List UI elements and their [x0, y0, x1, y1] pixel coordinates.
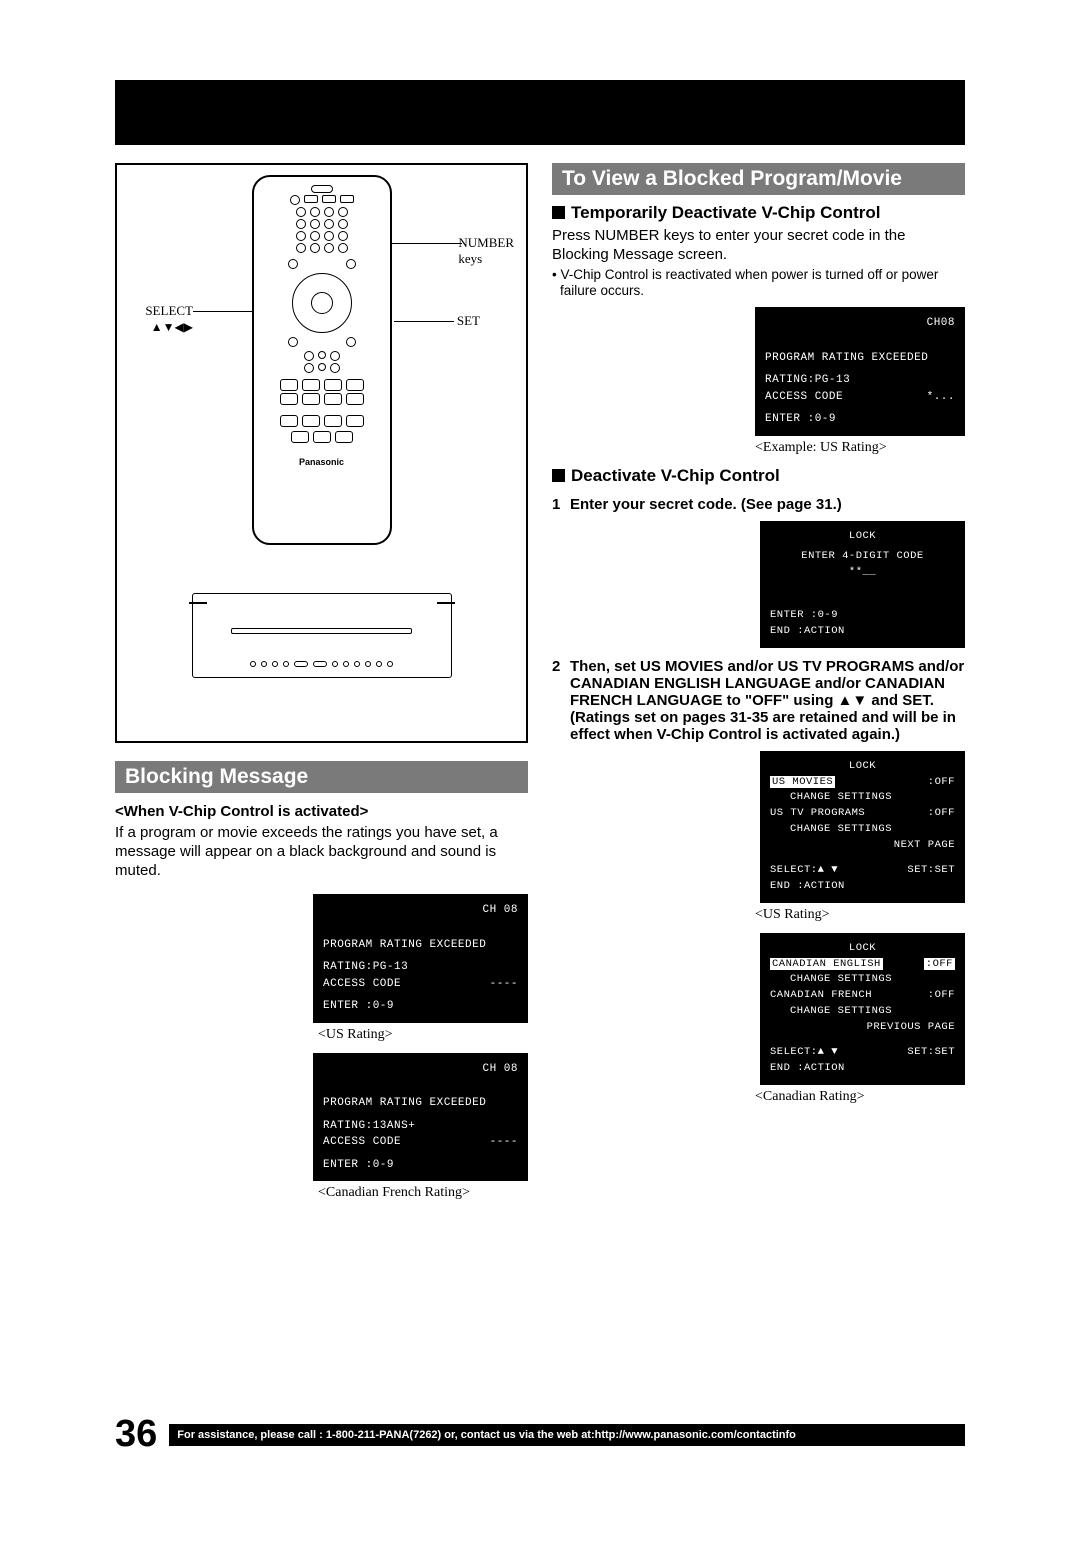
label-select: SELECT ▲▼◀▶: [129, 303, 193, 335]
remote-brand: Panasonic: [260, 457, 384, 467]
osd-title: LOCK: [770, 941, 955, 957]
osd-footer: END :ACTION: [770, 624, 955, 640]
step-1: 1Enter your secret code. (See page 31.): [552, 496, 965, 513]
body-blocking-desc: If a program or movie exceeds the rating…: [115, 824, 528, 880]
heading-text: Temporarily Deactivate V-Chip Control: [571, 203, 881, 222]
osd-line: RATING:13ANS+: [323, 1118, 518, 1135]
page-header-band: [115, 80, 965, 145]
osd-line: ENTER :0-9: [323, 998, 518, 1015]
osd-footer: SELECT:▲ ▼: [770, 1045, 838, 1061]
caption-canadian-rating: <Canadian French Rating>: [318, 1185, 528, 1201]
step-2: 2Then, set US MOVIES and/or US TV PROGRA…: [552, 658, 965, 743]
osd-value: ----: [490, 1134, 518, 1151]
leader-line: [392, 243, 462, 244]
osd-line: ACCESS CODE: [323, 1134, 401, 1151]
label-set: SET: [457, 313, 480, 329]
heading-deactivate: Deactivate V-Chip Control: [552, 466, 965, 486]
caption-canadian-rating-2: <Canadian Rating>: [755, 1089, 965, 1105]
osd-row-value: :OFF: [928, 988, 955, 1004]
osd-subrow: CHANGE SETTINGS: [770, 1004, 955, 1020]
osd-value: *...: [927, 389, 955, 406]
osd-line: RATING:PG-13: [323, 959, 518, 976]
osd-row-label: US MOVIES: [770, 776, 835, 788]
caption-us-rating-2: <US Rating>: [755, 907, 965, 923]
osd-line: RATING:PG-13: [765, 372, 955, 389]
heading-temp-deactivate: Temporarily Deactivate V-Chip Control: [552, 203, 965, 223]
body-press-number: Press NUMBER keys to enter your secret c…: [552, 227, 965, 265]
osd-channel: CH 08: [323, 902, 518, 919]
osd-title: LOCK: [770, 529, 955, 545]
osd-line: PROGRAM RATING EXCEEDED: [323, 937, 518, 954]
osd-lock-enter-code: LOCK ENTER 4-DIGIT CODE **__ ENTER :0-9 …: [760, 521, 965, 648]
osd-line: PROGRAM RATING EXCEEDED: [765, 350, 955, 367]
step-text: Enter your secret code. (See page 31.): [570, 496, 842, 513]
leader-line: [394, 321, 454, 322]
footer-assistance-text: For assistance, please call : 1-800-211-…: [169, 1424, 965, 1446]
caption-example-us: <Example: US Rating>: [755, 440, 965, 456]
osd-row-label: CANADIAN FRENCH: [770, 988, 872, 1004]
osd-footer: SET:SET: [907, 863, 955, 879]
osd-lock-canadian: LOCK CANADIAN ENGLISH :OFF CHANGE SETTING…: [760, 933, 965, 1085]
label-select-arrows: ▲▼◀▶: [151, 320, 193, 334]
right-column: To View a Blocked Program/Movie Temporar…: [552, 163, 965, 1211]
leader-line: [193, 311, 259, 312]
step-text: Then, set US MOVIES and/or US TV PROGRAM…: [570, 658, 965, 743]
label-number-keys: NUMBER keys: [458, 235, 514, 267]
osd-us-rating: CH 08 PROGRAM RATING EXCEEDED RATING:PG-…: [313, 894, 528, 1023]
osd-row-label: US TV PROGRAMS: [770, 806, 865, 822]
osd-value: ----: [490, 976, 518, 993]
square-bullet-icon: [552, 206, 565, 219]
section-view-blocked: To View a Blocked Program/Movie: [552, 163, 965, 195]
osd-title: LOCK: [770, 759, 955, 775]
osd-subrow: CHANGE SETTINGS: [770, 972, 955, 988]
osd-row-value: :OFF: [928, 806, 955, 822]
label-keys: keys: [458, 251, 482, 266]
sub-when-activated: <When V-Chip Control is activated>: [115, 803, 528, 820]
osd-row-value: :OFF: [924, 958, 955, 970]
square-bullet-icon: [552, 469, 565, 482]
osd-footer: SET:SET: [907, 1045, 955, 1061]
label-number: NUMBER: [458, 235, 514, 250]
osd-footer: END :ACTION: [770, 879, 955, 895]
section-blocking-message: Blocking Message: [115, 761, 528, 793]
heading-text: Deactivate V-Chip Control: [571, 466, 780, 485]
label-select-text: SELECT: [145, 303, 193, 318]
osd-line: ENTER 4-DIGIT CODE: [770, 549, 955, 565]
osd-footer: END :ACTION: [770, 1061, 955, 1077]
osd-nextpage: NEXT PAGE: [770, 838, 955, 854]
osd-channel: CH 08: [323, 1061, 518, 1078]
osd-line: ACCESS CODE: [323, 976, 401, 993]
osd-line: PROGRAM RATING EXCEEDED: [323, 1095, 518, 1112]
osd-footer: SELECT:▲ ▼: [770, 863, 838, 879]
left-column: SELECT ▲▼◀▶ NUMBER keys SET: [115, 163, 528, 1211]
remote-control-illustration: Panasonic: [252, 175, 392, 545]
page-footer: 36 For assistance, please call : 1-800-2…: [115, 1413, 965, 1456]
page-number: 36: [115, 1413, 157, 1456]
osd-footer: ENTER :0-9: [770, 608, 955, 624]
osd-subrow: CHANGE SETTINGS: [770, 790, 955, 806]
osd-line: ENTER :0-9: [323, 1157, 518, 1174]
osd-lock-us: LOCK US MOVIES :OFF CHANGE SETTINGS US TV…: [760, 751, 965, 903]
osd-subrow: CHANGE SETTINGS: [770, 822, 955, 838]
osd-row-value: :OFF: [928, 775, 955, 791]
dpad-icon: [292, 273, 352, 333]
osd-canadian-rating: CH 08 PROGRAM RATING EXCEEDED RATING:13A…: [313, 1053, 528, 1182]
remote-diagram-box: SELECT ▲▼◀▶ NUMBER keys SET: [115, 163, 528, 743]
caption-us-rating: <US Rating>: [318, 1027, 528, 1043]
osd-prevpage: PREVIOUS PAGE: [770, 1020, 955, 1036]
bullet-reactivated: • V-Chip Control is reactivated when pow…: [552, 267, 965, 299]
osd-channel: CH08: [765, 315, 955, 332]
dvd-player-illustration: [192, 593, 452, 678]
osd-example-us: CH08 PROGRAM RATING EXCEEDED RATING:PG-1…: [755, 307, 965, 436]
osd-row-label: CANADIAN ENGLISH: [770, 958, 883, 970]
osd-code: **__: [770, 565, 955, 581]
osd-line: ENTER :0-9: [765, 411, 955, 428]
osd-line: ACCESS CODE: [765, 389, 843, 406]
